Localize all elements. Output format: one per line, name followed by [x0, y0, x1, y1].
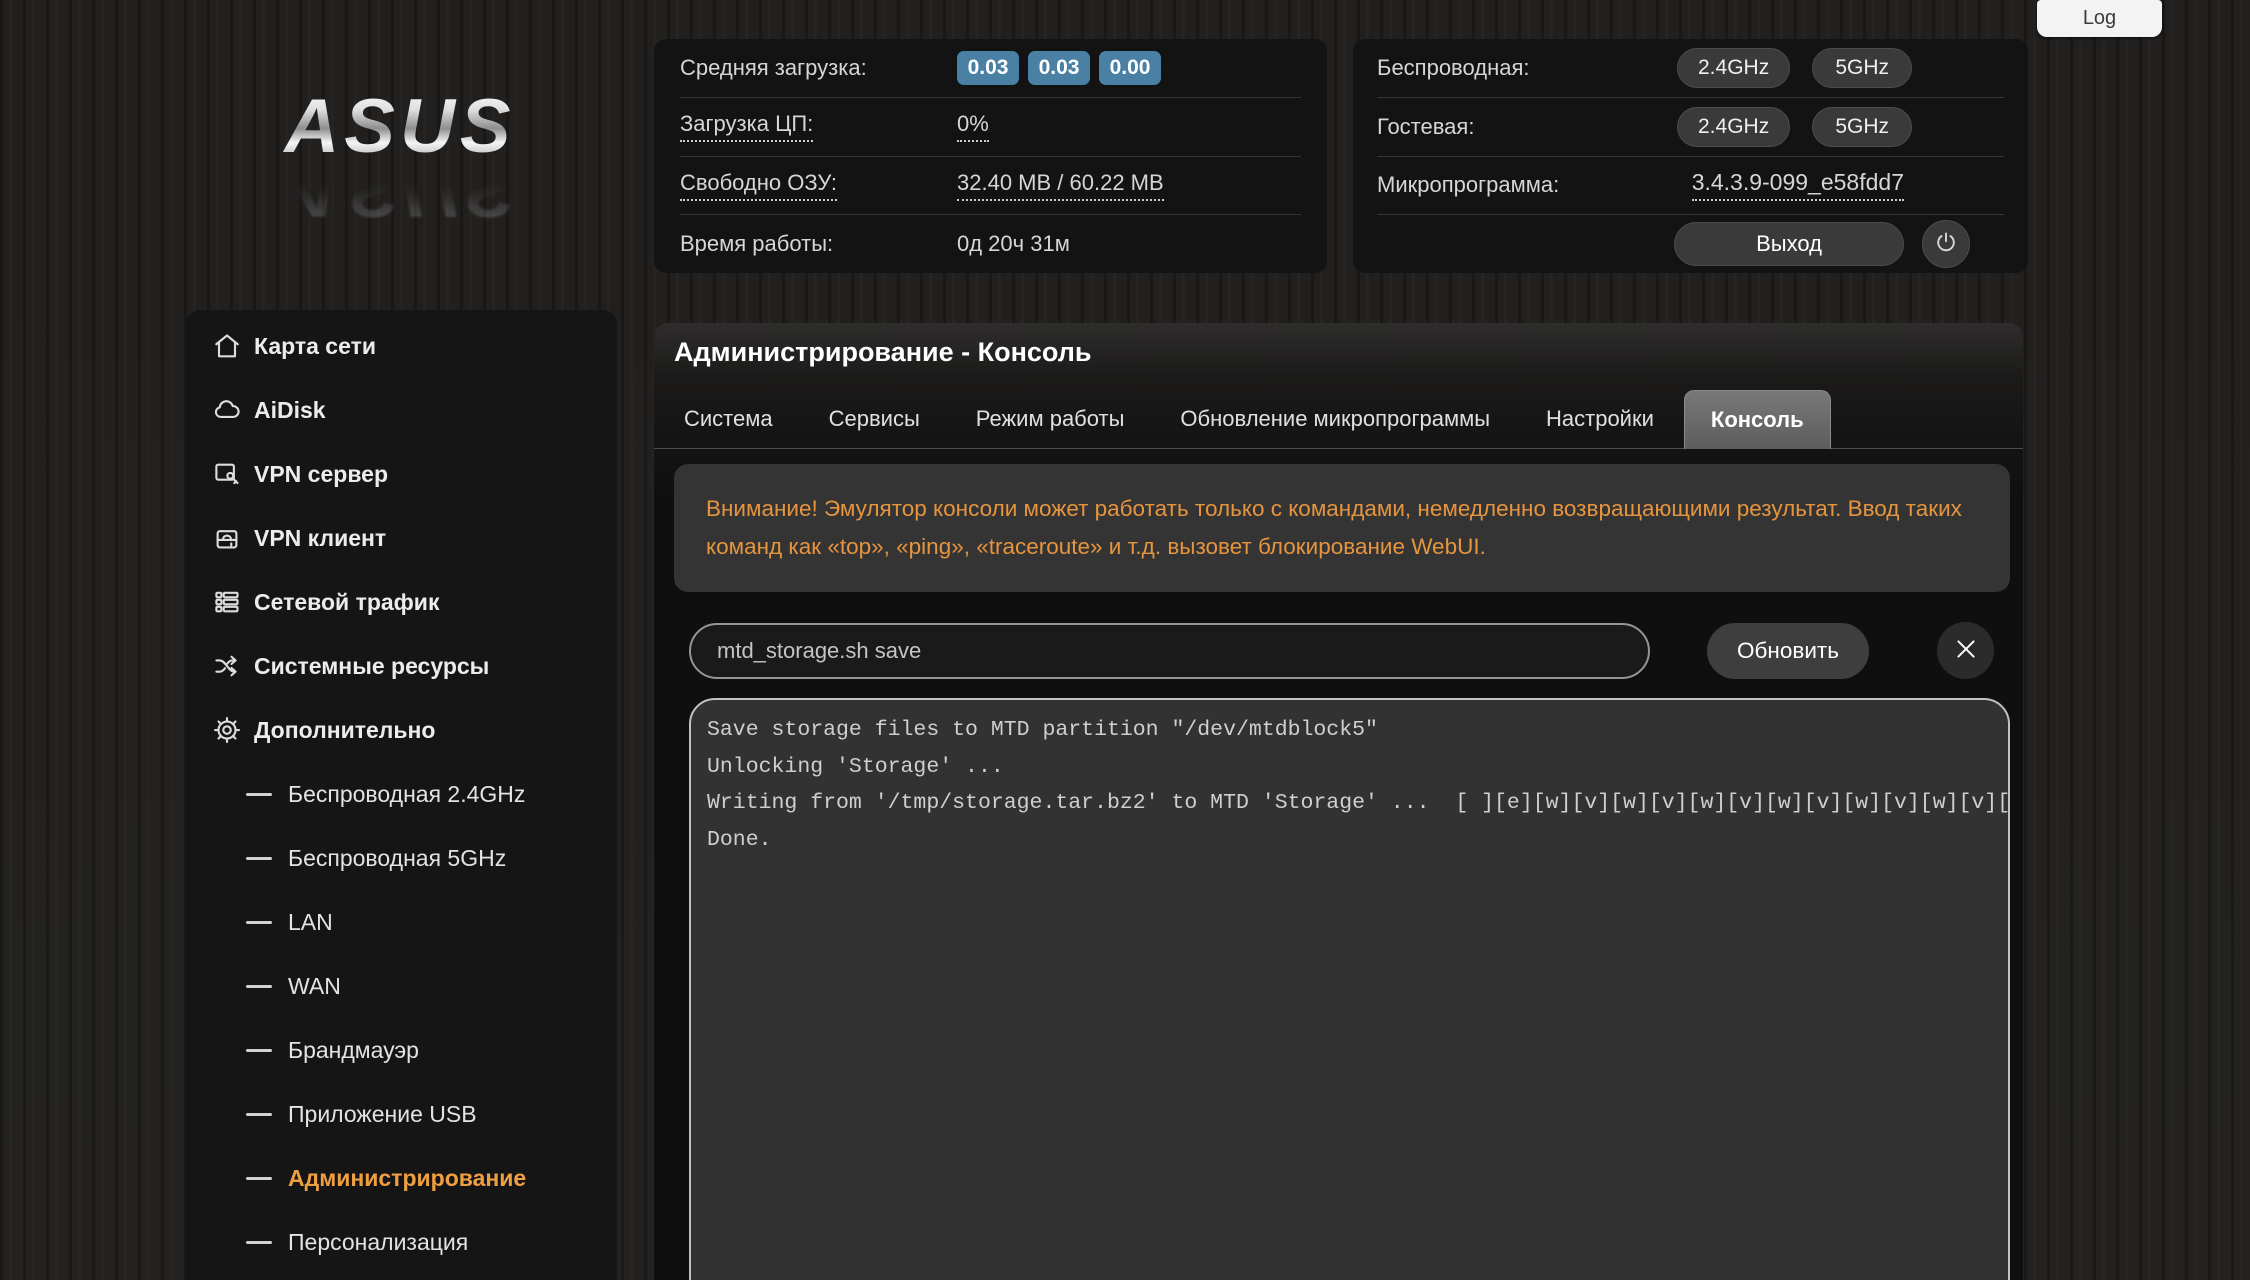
free-ram-value[interactable]: 32.40 MB / 60.22 MB	[957, 170, 1164, 201]
sidebar-subitem-wireless-5ghz[interactable]: Беспроводная 5GHz	[186, 826, 617, 890]
sidebar-item-network-map[interactable]: Карта сети	[186, 314, 617, 378]
log-button[interactable]: Log	[2037, 0, 2162, 37]
sidebar-item-vpn-client[interactable]: VPN клиент	[186, 506, 617, 570]
sidebar-item-aidisk[interactable]: AiDisk	[186, 378, 617, 442]
uptime-label: Время работы:	[680, 231, 834, 257]
page-title: Администрирование - Консоль	[674, 337, 1092, 367]
traffic-icon	[212, 587, 242, 617]
guest-5ghz-button[interactable]: 5GHz	[1812, 106, 1913, 147]
firmware-row: Микропрограмма: 3.4.3.9-099_e58fdd7	[1377, 155, 2004, 215]
asus-logo: ASUS ASUS	[200, 88, 600, 233]
guest-24ghz-button[interactable]: 2.4GHz	[1677, 106, 1791, 147]
sidebar-item-vpn-server[interactable]: VPN сервер	[186, 442, 617, 506]
sidebar-item-system-resources[interactable]: Системные ресурсы	[186, 634, 617, 698]
cpu-usage-value[interactable]: 0%	[957, 111, 989, 143]
console-line: Writing from '/tmp/storage.tar.bz2' to M…	[707, 791, 2010, 815]
command-row: Обновить	[689, 622, 2023, 679]
free-ram-row: Свободно ОЗУ: 32.40 MB / 60.22 MB	[680, 155, 1301, 215]
sidebar-subitem-usb-application[interactable]: Приложение USB	[186, 1082, 617, 1146]
console-output[interactable]: Save storage files to MTD partition "/de…	[689, 698, 2010, 1280]
tab-settings[interactable]: Настройки	[1546, 406, 1654, 432]
free-ram-value-area: 32.40 MB / 60.22 MB	[957, 170, 1301, 201]
vpn-client-icon	[212, 523, 242, 553]
logout-button[interactable]: Выход	[1674, 222, 1904, 267]
dash-icon	[246, 792, 272, 796]
tab-console[interactable]: Консоль	[1683, 390, 1831, 449]
dash-icon	[246, 920, 272, 924]
load-badge-1m: 0.03	[957, 50, 1019, 85]
wireless-panel: Беспроводная: 2.4GHz 5GHz Гостевая: 2.4G…	[1353, 39, 2028, 273]
reboot-button[interactable]	[1922, 220, 1970, 269]
clear-button[interactable]	[1937, 622, 1994, 679]
gear-icon	[212, 715, 242, 745]
close-icon	[1953, 636, 1979, 665]
sidebar-subitem-firewall[interactable]: Брандмауэр	[186, 1018, 617, 1082]
logout-row: Выход	[1377, 214, 2004, 273]
main-content: Администрирование - Консоль Система Серв…	[654, 323, 2023, 1280]
tab-services[interactable]: Сервисы	[829, 406, 920, 432]
sidebar-subitem-administration[interactable]: Администрирование	[186, 1146, 617, 1210]
firmware-value-area: 3.4.3.9-099_e58fdd7	[1677, 169, 2004, 202]
vpn-server-icon	[212, 459, 242, 489]
sidebar-item-advanced[interactable]: Дополнительно	[186, 698, 617, 762]
uptime-value: 0д 20ч 31м	[957, 231, 1070, 257]
uptime-row: Время работы: 0д 20ч 31м	[680, 214, 1301, 273]
tab-firmware-upgrade[interactable]: Обновление микропрограммы	[1180, 406, 1490, 432]
wireless-label: Беспроводная:	[1377, 54, 1530, 80]
dash-icon	[246, 1240, 272, 1244]
dash-icon	[246, 1112, 272, 1116]
load-badge-5m: 0.03	[1028, 50, 1090, 85]
cpu-usage-label[interactable]: Загрузка ЦП:	[680, 111, 957, 143]
dash-icon	[246, 1048, 272, 1052]
firmware-version[interactable]: 3.4.3.9-099_e58fdd7	[1691, 169, 1904, 202]
cpu-usage-value-area: 0%	[957, 111, 1301, 143]
tab-system[interactable]: Система	[684, 406, 773, 432]
refresh-button[interactable]: Обновить	[1707, 622, 1869, 679]
cloud-icon	[212, 395, 242, 425]
dash-icon	[246, 984, 272, 988]
sidebar-subitem-wan[interactable]: WAN	[186, 954, 617, 1018]
system-status-panel: Средняя загрузка: 0.03 0.03 0.00 Загрузк…	[654, 39, 1327, 273]
sidebar-subitem-wireless-24ghz[interactable]: Беспроводная 2.4GHz	[186, 762, 617, 826]
asus-logo-reflection: ASUS	[200, 147, 600, 232]
load-average-row: Средняя загрузка: 0.03 0.03 0.00	[680, 39, 1301, 97]
firmware-label: Микропрограмма:	[1377, 172, 1560, 198]
sidebar-subitem-personalization[interactable]: Персонализация	[186, 1210, 617, 1274]
console-line: Done.	[707, 827, 772, 852]
load-average-label: Средняя загрузка:	[680, 54, 867, 80]
shuffle-icon	[212, 651, 242, 681]
uptime-value-area: 0д 20ч 31м	[957, 231, 1301, 257]
console-line: Unlocking 'Storage' ...	[707, 754, 1004, 779]
tab-operation-mode[interactable]: Режим работы	[976, 406, 1125, 432]
wireless-row: Беспроводная: 2.4GHz 5GHz	[1377, 39, 2004, 97]
tabs-row: Система Сервисы Режим работы Обновление …	[654, 390, 2023, 449]
power-icon	[1933, 230, 1959, 259]
guest-label: Гостевая:	[1377, 113, 1475, 139]
wireless-24ghz-button[interactable]: 2.4GHz	[1677, 47, 1791, 88]
load-badge-15m: 0.00	[1099, 50, 1161, 85]
sidebar-item-network-traffic[interactable]: Сетевой трафик	[186, 570, 617, 634]
guest-row: Гостевая: 2.4GHz 5GHz	[1377, 96, 2004, 156]
wireless-5ghz-button[interactable]: 5GHz	[1812, 47, 1913, 88]
sidebar: Карта сети AiDisk VPN сервер VPN клиент …	[186, 310, 617, 1280]
wireless-bands: 2.4GHz 5GHz	[1677, 47, 2012, 88]
free-ram-label[interactable]: Свободно ОЗУ:	[680, 170, 957, 201]
dash-icon	[246, 856, 272, 860]
console-warning: Внимание! Эмулятор консоли может работат…	[674, 464, 2010, 592]
page: Log ASUS ASUS Средняя загрузка: 0.03 0.0…	[0, 0, 2250, 1280]
sidebar-subitem-lan[interactable]: LAN	[186, 890, 617, 954]
guest-bands: 2.4GHz 5GHz	[1677, 106, 2012, 147]
command-input[interactable]	[689, 622, 1650, 679]
home-icon	[212, 331, 242, 361]
load-average-values: 0.03 0.03 0.00	[957, 50, 1301, 85]
dash-icon	[246, 1176, 272, 1180]
console-line: Save storage files to MTD partition "/de…	[707, 718, 1378, 742]
cpu-usage-row: Загрузка ЦП: 0%	[680, 96, 1301, 156]
